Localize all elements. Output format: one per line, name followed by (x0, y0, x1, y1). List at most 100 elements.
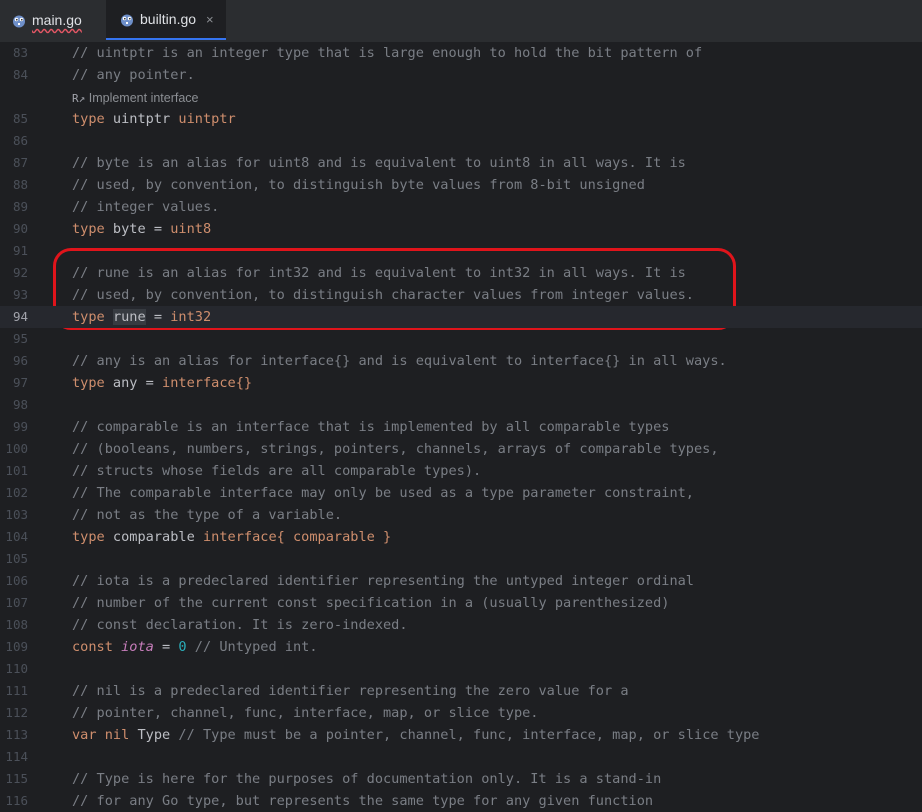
code-line[interactable]: 103 // not as the type of a variable. (0, 504, 922, 526)
line-number[interactable]: 91 (0, 240, 28, 262)
code-token: // pointer, channel, func, interface, ma… (72, 705, 539, 721)
tab-builtin-go[interactable]: builtin.go × (106, 0, 226, 40)
code-token: type (72, 221, 105, 237)
line-number[interactable]: 84 (0, 64, 28, 86)
line-number[interactable]: 100 (0, 438, 28, 460)
line-number[interactable]: 111 (0, 680, 28, 702)
code-token: any = (104, 375, 163, 391)
code-token: // byte is an alias for uint8 and is equ… (72, 155, 686, 171)
close-icon[interactable]: × (206, 12, 214, 27)
code-line[interactable]: 92 // rune is an alias for int32 and is e… (0, 262, 922, 284)
code-line[interactable]: 96 // any is an alias for interface{} and… (0, 350, 922, 372)
line-number[interactable]: 92 (0, 262, 28, 284)
line-number[interactable]: 99 (0, 416, 28, 438)
code-line[interactable]: 83 // uintptr is an integer type that is … (0, 42, 922, 64)
line-number[interactable]: 115 (0, 768, 28, 790)
code-token: // The comparable interface may only be … (72, 485, 694, 501)
code-line[interactable]: 112 // pointer, channel, func, interface,… (0, 702, 922, 724)
code-line[interactable]: 114 (0, 746, 922, 768)
line-number[interactable]: 94 (0, 306, 28, 328)
code-token: // uintptr is an integer type that is la… (72, 45, 703, 61)
code-token: type (72, 375, 105, 391)
code-text: // used, by convention, to distinguish c… (72, 284, 694, 306)
code-line[interactable]: 113 var nil Type // Type must be a pointe… (0, 724, 922, 746)
line-number[interactable]: 83 (0, 42, 28, 64)
line-number[interactable]: 109 (0, 636, 28, 658)
code-line[interactable]: 110 (0, 658, 922, 680)
code-line[interactable]: 95 (0, 328, 922, 350)
line-number[interactable]: 103 (0, 504, 28, 526)
code-token: var (72, 727, 97, 743)
line-number[interactable]: 98 (0, 394, 28, 416)
code-line[interactable]: 115 // Type is here for the purposes of d… (0, 768, 922, 790)
code-token: iota (121, 639, 154, 655)
line-number[interactable]: 106 (0, 570, 28, 592)
line-number[interactable]: 101 (0, 460, 28, 482)
code-line[interactable]: 107 // number of the current const specif… (0, 592, 922, 614)
code-token: // iota is a predeclared identifier repr… (72, 573, 694, 589)
code-line[interactable]: 100 // (booleans, numbers, strings, point… (0, 438, 922, 460)
code-line[interactable]: 90 type byte = uint8 (0, 218, 922, 240)
code-line[interactable]: 109 const iota = 0 // Untyped int. (0, 636, 922, 658)
code-token: interface{ comparable } (202, 529, 392, 545)
code-token: nil (104, 727, 130, 743)
code-token: type (72, 309, 105, 325)
tab-main-go[interactable]: main.go (0, 0, 104, 40)
code-line[interactable]: 101 // structs whose fields are all compa… (0, 460, 922, 482)
code-line[interactable]: 106 // iota is a predeclared identifier r… (0, 570, 922, 592)
gopher-icon (121, 14, 133, 26)
code-text: // The comparable interface may only be … (72, 482, 694, 504)
code-token: // const declaration. It is zero-indexed… (72, 617, 408, 633)
line-number[interactable]: 102 (0, 482, 28, 504)
code-line[interactable]: 108 // const declaration. It is zero-inde… (0, 614, 922, 636)
code-text: // byte is an alias for uint8 and is equ… (72, 152, 686, 174)
code-text: // structs whose fields are all comparab… (72, 460, 481, 482)
code-line[interactable]: 93 // used, by convention, to distinguish… (0, 284, 922, 306)
line-number[interactable]: 97 (0, 372, 28, 394)
line-number[interactable]: 110 (0, 658, 28, 680)
code-line[interactable]: 86 (0, 130, 922, 152)
code-line[interactable]: 88 // used, by convention, to distinguish… (0, 174, 922, 196)
code-line[interactable]: 94 type rune = int32 (0, 306, 922, 328)
tab-label: builtin.go (140, 11, 197, 27)
code-text: type comparable interface{ comparable } (72, 526, 391, 548)
code-editor[interactable]: R↗ Implement interface 83 // uintptr is a… (0, 42, 922, 809)
line-number[interactable]: 88 (0, 174, 28, 196)
line-number[interactable]: 86 (0, 130, 28, 152)
line-number[interactable]: 108 (0, 614, 28, 636)
code-line[interactable]: 87 // byte is an alias for uint8 and is e… (0, 152, 922, 174)
code-line[interactable]: 85 type uintptr uintptr (0, 108, 922, 130)
code-line[interactable]: 102 // The comparable interface may only … (0, 482, 922, 504)
code-line[interactable]: 89 // integer values. (0, 196, 922, 218)
line-number[interactable]: 112 (0, 702, 28, 724)
implement-interface-hint[interactable]: R↗ Implement interface (72, 88, 199, 108)
code-line[interactable]: 105 (0, 548, 922, 570)
code-line[interactable]: 97 type any = interface{} (0, 372, 922, 394)
line-number[interactable]: 114 (0, 746, 28, 768)
code-line[interactable]: 111 // nil is a predeclared identifier re… (0, 680, 922, 702)
code-text: // iota is a predeclared identifier repr… (72, 570, 694, 592)
code-text: // nil is a predeclared identifier repre… (72, 680, 629, 702)
code-text: type uintptr uintptr (72, 108, 236, 130)
code-line[interactable]: 98 (0, 394, 922, 416)
line-number[interactable]: 104 (0, 526, 28, 548)
code-line[interactable]: 104 type comparable interface{ comparable… (0, 526, 922, 548)
code-token: 0 (178, 639, 187, 655)
line-number[interactable]: 96 (0, 350, 28, 372)
code-token: // nil is a predeclared identifier repre… (72, 683, 629, 699)
line-number[interactable]: 85 (0, 108, 28, 130)
code-line[interactable]: 99 // comparable is an interface that is … (0, 416, 922, 438)
code-token: rune (112, 309, 146, 325)
line-number[interactable]: 90 (0, 218, 28, 240)
line-number[interactable]: 107 (0, 592, 28, 614)
line-number[interactable]: 105 (0, 548, 28, 570)
line-number[interactable]: 89 (0, 196, 28, 218)
code-line[interactable]: 91 (0, 240, 922, 262)
line-number[interactable]: 95 (0, 328, 28, 350)
line-number[interactable]: 93 (0, 284, 28, 306)
code-line[interactable]: 84 // any pointer. (0, 64, 922, 86)
line-number[interactable]: 87 (0, 152, 28, 174)
code-token: // Type must be a pointer, channel, func… (170, 727, 760, 743)
line-number[interactable]: 113 (0, 724, 28, 746)
